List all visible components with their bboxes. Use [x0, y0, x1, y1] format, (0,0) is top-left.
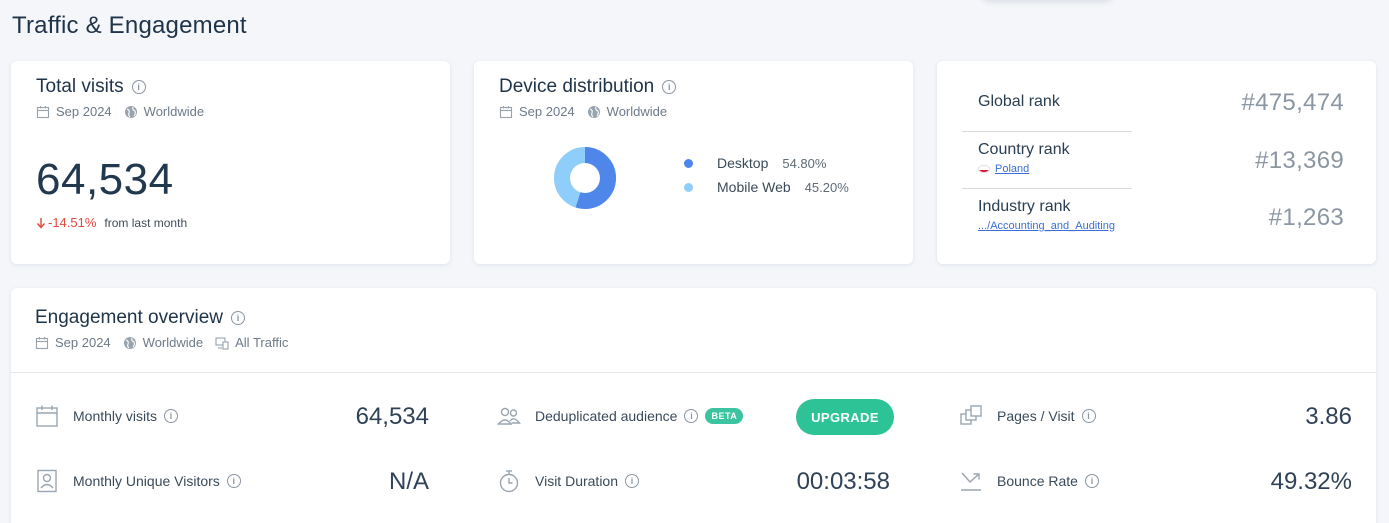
info-icon[interactable]: i	[625, 474, 640, 488]
date-label: Sep 2024	[56, 104, 112, 119]
globe-icon	[124, 105, 137, 118]
calendar-icon	[36, 105, 50, 118]
region-label: Worldwide	[606, 104, 668, 119]
device-distribution-title: Device distribution	[499, 76, 655, 97]
bounce-rate-value: 49.32%	[1270, 468, 1352, 495]
change-percent: -14.51%	[48, 215, 97, 230]
legend-percent-desktop: 54.80%	[782, 155, 827, 171]
page-title: Traffic & Engagement	[12, 12, 247, 39]
global-rank-label: Global rank	[978, 93, 1060, 110]
industry-rank-row: Industry rank .../Accounting_and_Auditin…	[962, 190, 1344, 246]
metric-visit-duration: Visit Duration i	[497, 469, 640, 493]
engagement-title-row: Engagement overview i	[35, 307, 292, 329]
unique-visitors-label: Monthly Unique Visitors	[73, 473, 220, 489]
legend-dot-mobile	[684, 182, 693, 192]
upgrade-button[interactable]: UPGRADE	[796, 399, 894, 435]
global-rank-value: #475,474	[1241, 89, 1344, 116]
country-rank-label: Country rank	[978, 141, 1070, 158]
engagement-divider	[11, 372, 1376, 373]
info-icon[interactable]: i	[1081, 409, 1096, 423]
calendar-icon	[499, 105, 513, 118]
person-card-icon	[37, 469, 57, 493]
total-visits-value: 64,534	[36, 155, 174, 204]
dedup-audience-label: Deduplicated audience	[535, 408, 678, 424]
ranks-card: Global rank #475,474 Country rank Poland…	[937, 61, 1376, 264]
info-icon[interactable]: i	[164, 409, 179, 423]
visit-duration-value: 00:03:58	[796, 468, 890, 495]
country-name: Poland	[995, 163, 1030, 175]
page: Traffic & Engagement Total visits i Sep …	[0, 0, 1389, 523]
total-visits-title: Total visits	[36, 76, 124, 97]
pages-per-visit-value: 3.86	[1305, 403, 1352, 430]
stopwatch-icon	[499, 470, 519, 493]
globe-icon	[587, 105, 600, 118]
calendar-icon	[36, 405, 58, 427]
info-icon[interactable]: i	[226, 474, 241, 488]
industry-rank-value: #1,263	[1268, 204, 1344, 231]
bounce-arrow-icon	[961, 472, 981, 491]
metric-unique-visitors: Monthly Unique Visitors i	[35, 469, 241, 493]
total-visits-card: Total visits i Sep 2024 Worldwide 64,534…	[11, 61, 450, 264]
pages-per-visit-label: Pages / Visit	[997, 408, 1075, 424]
date-label: Sep 2024	[519, 104, 575, 119]
rank-divider	[962, 131, 1132, 132]
info-icon[interactable]: i	[131, 80, 146, 94]
device-donut-chart	[554, 147, 616, 209]
poland-flag-icon	[978, 165, 990, 173]
global-rank-row: Global rank #475,474	[962, 75, 1344, 131]
country-rank-link[interactable]: Poland	[978, 163, 1029, 175]
beta-badge: BETA	[705, 408, 744, 424]
info-icon[interactable]: i	[684, 409, 699, 423]
engagement-title: Engagement overview	[35, 307, 223, 328]
device-distribution-card: Device distribution i Sep 2024 Worldwide	[474, 61, 913, 264]
metric-monthly-visits: Monthly visits i	[35, 404, 179, 428]
legend-label-mobile: Mobile Web	[717, 179, 791, 195]
engagement-overview-card: Engagement overview i Sep 2024 Worldwide…	[11, 288, 1376, 523]
country-rank-value: #13,369	[1255, 147, 1344, 174]
industry-rank-label: Industry rank	[978, 198, 1071, 215]
industry-rank-link[interactable]: .../Accounting_and_Auditing	[978, 220, 1115, 232]
region-label: Worldwide	[143, 104, 205, 119]
info-icon[interactable]: i	[1084, 474, 1099, 488]
change-suffix: from last month	[104, 215, 188, 230]
monthly-visits-label: Monthly visits	[73, 408, 158, 424]
total-visits-title-row: Total visits i	[36, 76, 208, 98]
country-rank-row: Country rank Poland #13,369	[962, 133, 1344, 189]
total-visits-meta: Sep 2024 Worldwide	[36, 104, 208, 119]
globe-icon	[123, 336, 136, 349]
traffic-label: All Traffic	[235, 335, 289, 350]
arrow-down-icon	[36, 217, 46, 229]
visit-duration-label: Visit Duration	[535, 473, 619, 489]
metric-pages-per-visit: Pages / Visit i	[959, 404, 1096, 428]
device-distribution-meta: Sep 2024 Worldwide	[499, 104, 676, 119]
bounce-rate-label: Bounce Rate	[997, 473, 1078, 489]
rank-divider	[962, 188, 1132, 189]
legend-dot-desktop	[684, 158, 693, 168]
info-icon[interactable]: i	[231, 311, 245, 325]
metric-bounce-rate: Bounce Rate i	[959, 469, 1099, 493]
total-visits-change: -14.51% from last month	[36, 215, 187, 230]
pages-stack-icon	[960, 405, 982, 425]
legend-item-mobile: Mobile Web 45.20%	[684, 179, 849, 195]
legend-item-desktop: Desktop 54.80%	[684, 155, 849, 171]
monthly-visits-value: 64,534	[355, 403, 429, 430]
people-icon	[497, 407, 521, 425]
legend-percent-mobile: 45.20%	[804, 179, 849, 195]
metric-dedup-audience: Deduplicated audience i BETA	[497, 404, 744, 428]
region-label: Worldwide	[142, 335, 204, 350]
info-icon[interactable]: i	[662, 80, 677, 94]
calendar-icon	[35, 336, 49, 349]
device-legend: Desktop 54.80% Mobile Web 45.20%	[684, 155, 849, 203]
device-distribution-title-row: Device distribution i	[499, 76, 677, 98]
unique-visitors-value: N/A	[388, 468, 429, 495]
date-label: Sep 2024	[55, 335, 111, 350]
engagement-meta: Sep 2024 Worldwide All Traffic	[35, 335, 292, 350]
legend-label-desktop: Desktop	[717, 155, 769, 171]
devices-icon	[215, 336, 229, 350]
